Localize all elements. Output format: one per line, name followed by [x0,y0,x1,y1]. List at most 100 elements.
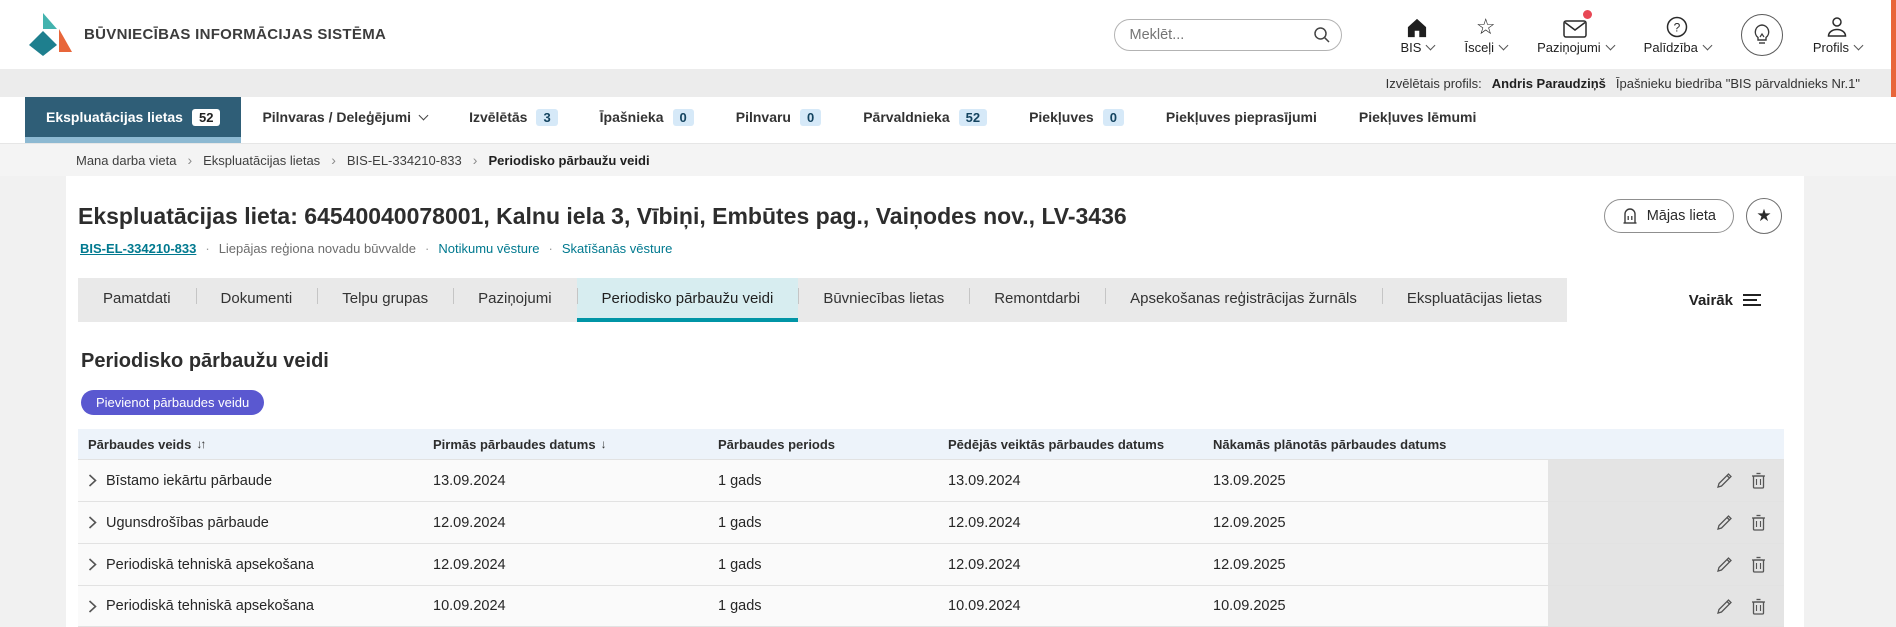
search-icon[interactable] [1313,26,1331,44]
delete-icon[interactable] [1751,598,1766,615]
tab[interactable]: Paziņojumi [453,278,576,322]
edit-icon[interactable] [1716,556,1733,573]
delete-icon[interactable] [1751,556,1766,573]
nav-item-badge: 52 [958,108,988,126]
nav-item[interactable]: Īpašnieka 0 [579,97,715,143]
breadcrumb-item[interactable]: Ekspluatācijas lietas [203,153,320,168]
inspection-period: 1 gads [718,514,762,531]
inspection-type: Periodiskā tehniskā apsekošana [106,556,314,573]
case-tabs: Pamatdati Dokumenti Telpu grupas Paziņojumi… [78,278,1782,322]
case-number-link[interactable]: BIS-EL-334210-833 [80,241,196,256]
tab[interactable]: Pamatdati [78,278,196,322]
column-label: Pirmās pārbaudes datums [433,436,596,452]
feedback-edge-tab[interactable] [1891,0,1896,97]
page-title: Ekspluatācijas lieta: 64540040078001, Ka… [78,202,1127,229]
tab[interactable]: Telpu grupas [317,278,453,322]
menu-profile[interactable]: Profils [1813,14,1864,55]
table-column-header[interactable]: Pēdējās veiktās pārbaudes datums [948,437,1213,452]
nav-item[interactable]: Pārvaldnieka 52 [842,97,1008,143]
tab[interactable]: Remontdarbi [969,278,1105,322]
table-column-header[interactable]: Pirmās pārbaudes datums ↓ [433,437,718,452]
row-actions [1548,502,1784,543]
nav-item-badge: 0 [799,108,822,126]
last-inspection-date: 12.09.2024 [948,514,1021,531]
tab-label: Pamatdati [103,289,171,307]
more-tabs-button[interactable]: Vairāk [1669,278,1782,322]
next-inspection-date: 13.09.2025 [1213,472,1286,489]
tab[interactable]: Apsekošanas reģistrācijas žurnāls [1105,278,1382,322]
menu-bis[interactable]: BIS [1400,14,1436,55]
table-row[interactable]: Periodiskā tehniskā apsekošana 12.09.202… [78,543,1784,585]
nav-item-label: Piekļuves pieprasījumi [1165,109,1317,125]
tab[interactable]: Būvniecības lietas [798,278,969,322]
search-input[interactable] [1114,18,1343,51]
menu-help[interactable]: ? Palīdzība [1643,14,1713,55]
tab[interactable]: Dokumenti [195,278,318,322]
svg-text:?: ? [1674,21,1681,35]
nav-item[interactable]: Piekļuves 0 [1008,97,1145,143]
breadcrumb-item[interactable]: BIS-EL-334210-833 [347,153,462,168]
menu-help-label: Palīdzība [1643,40,1698,55]
chevron-right-icon[interactable] [88,558,97,571]
nav-item[interactable]: Piekļuves pieprasījumi [1145,97,1338,143]
chevron-down-icon [418,110,429,120]
view-history-link[interactable]: Skatīšanās vēsture [562,241,673,256]
first-inspection-date: 13.09.2024 [433,472,506,489]
breadcrumb-item[interactable]: Mana darba vieta [76,153,176,168]
nav-item[interactable]: Izvēlētās 3 [448,97,579,143]
nav-item-label: Pārvaldnieka [863,109,950,125]
nav-item[interactable]: Piekļuves lēmumi [1338,97,1498,143]
menu-shortcuts[interactable]: ☆ Īsceļi [1464,14,1509,55]
edit-icon[interactable] [1716,598,1733,615]
case-meta-row: BIS-EL-334210-833 · Liepājas reģiona nov… [78,241,1782,256]
delete-icon[interactable] [1751,472,1766,489]
add-inspection-type-button[interactable]: Pievienot pārbaudes veidu [81,390,265,415]
table-row[interactable]: Periodiskā tehniskā apsekošana 10.09.202… [78,585,1784,627]
header-menus: BIS ☆ Īsceļi Paziņojumi ? Palīdzība Prof… [1400,10,1864,56]
edit-icon[interactable] [1716,514,1733,531]
nav-item[interactable]: Ekspluatācijas lietas 52 [25,97,242,143]
nav-item[interactable]: Pilnvaru 0 [715,97,842,143]
table-column-header[interactable]: Pārbaudes veids ↓↑ [78,437,433,452]
table-row[interactable]: Ugunsdrošības pārbaude 12.09.2024 1 gads… [78,501,1784,543]
column-label: Nākamās plānotās pārbaudes datums [1213,436,1447,452]
nav-item-badge: 52 [191,108,221,126]
table-column-header[interactable]: Pārbaudes periods [718,437,948,452]
nav-item[interactable]: Pilnvaras / Deleģējumi [241,97,448,143]
event-history-link[interactable]: Notikumu vēsture [438,241,539,256]
tab[interactable]: Periodisko pārbaužu veidi [576,278,799,322]
table-column-header[interactable]: Nākamās plānotās pārbaudes datums [1213,437,1548,452]
next-inspection-date: 12.09.2025 [1213,514,1286,531]
row-actions [1548,586,1784,626]
sort-icon[interactable]: ↓↑ [196,437,206,451]
menu-bis-label: BIS [1400,40,1422,55]
delete-icon[interactable] [1751,514,1766,531]
tab-label: Apsekošanas reģistrācijas žurnāls [1130,289,1357,307]
inspection-type: Periodiskā tehniskā apsekošana [106,598,314,614]
chevron-right-icon[interactable] [88,474,97,487]
edit-icon[interactable] [1716,472,1733,489]
inspection-period: 1 gads [718,556,762,573]
home-case-button[interactable]: Mājas lieta [1603,199,1734,233]
app-logo[interactable]: BŪVNIECĪBAS INFORMĀCIJAS SISTĒMA [28,12,386,58]
tab[interactable]: Ekspluatācijas lietas [1381,278,1567,322]
favorite-button[interactable]: ★ [1746,198,1782,234]
first-inspection-date: 12.09.2024 [433,556,506,573]
next-inspection-date: 12.09.2025 [1213,556,1286,573]
chevron-right-icon[interactable] [88,599,97,613]
mail-icon [1563,20,1588,38]
table-header-row: Pārbaudes veids ↓↑ Pirmās pārbaudes datu… [78,429,1784,459]
menu-notifications[interactable]: Paziņojumi [1537,10,1616,55]
nav-item-label: Piekļuves [1029,109,1094,125]
profile-name: Andris Paraudziņš [1491,75,1606,91]
table-row[interactable]: Bīstamo iekārtu pārbaude 13.09.2024 1 ga… [78,459,1784,501]
star-filled-icon: ★ [1756,206,1772,225]
help-icon: ? [1667,16,1688,38]
chevron-right-icon[interactable] [88,516,97,529]
sort-icon[interactable]: ↓ [601,437,607,451]
idea-button[interactable] [1740,13,1783,56]
breadcrumb-separator-icon: › [472,152,478,168]
chevron-down-icon [1853,40,1864,51]
nav-item-label: Ekspluatācijas lietas [46,109,183,125]
nav-item-label: Piekļuves lēmumi [1358,109,1477,125]
